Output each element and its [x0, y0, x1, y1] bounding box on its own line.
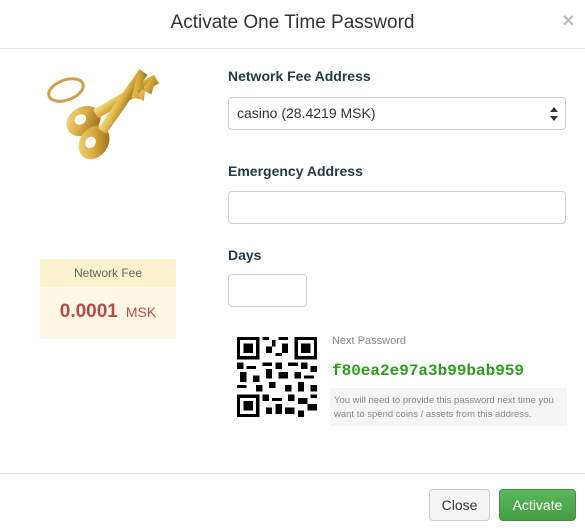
network-fee-address-select[interactable]: casino (28.4219 MSK) — [228, 97, 566, 130]
network-fee-address-value: casino (28.4219 MSK) — [237, 105, 376, 121]
keys-icon — [47, 69, 159, 160]
next-password-note: You will need to provide this password n… — [330, 388, 567, 426]
emergency-address-input[interactable] — [228, 191, 566, 224]
network-fee-header: Network Fee — [40, 259, 176, 287]
network-fee-box: Network Fee 0.0001 MSK — [40, 259, 176, 339]
network-fee-unit: MSK — [125, 304, 157, 320]
days-input[interactable] — [228, 274, 307, 307]
network-fee-amount: 0.0001 — [59, 301, 118, 322]
close-icon[interactable]: ✕ — [562, 11, 575, 31]
dialog-footer — [0, 473, 585, 530]
activate-button[interactable]: Activate — [499, 489, 576, 521]
next-password-label: Next Password — [332, 335, 406, 347]
activate-otp-dialog: Activate One Time Password ✕ Network Fee — [0, 0, 585, 529]
qr-code-icon — [237, 337, 317, 417]
dialog-header: Activate One Time Password ✕ — [0, 0, 585, 49]
days-label: Days — [228, 247, 262, 263]
close-button[interactable]: Close — [429, 489, 490, 521]
next-password-value: f80ea2e97a3b99bab959 — [332, 362, 525, 380]
network-fee-value: 0.0001 MSK — [40, 301, 176, 323]
dialog-title: Activate One Time Password — [170, 12, 415, 33]
emergency-address-label: Emergency Address — [228, 163, 363, 179]
select-arrows-icon — [550, 107, 558, 121]
network-fee-address-label: Network Fee Address — [228, 68, 371, 84]
